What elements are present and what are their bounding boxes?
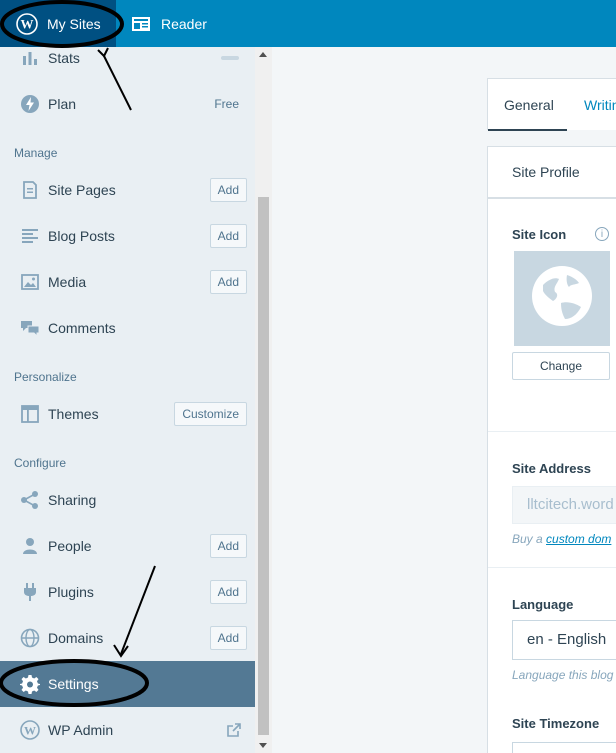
sidebar-item-stats[interactable]: Stats [0,35,255,81]
sidebar-item-label: Blog Posts [48,228,115,244]
site-profile-title: Site Profile [512,164,580,180]
plugin-icon [20,582,40,602]
add-media-button[interactable]: Add [209,270,247,294]
sidebar-scrollbar[interactable] [255,47,272,753]
info-icon[interactable]: i [595,227,609,241]
section-heading-personalize: Personalize [14,370,77,384]
svg-text:W: W [21,16,34,31]
sidebar-item-people[interactable]: People Add [0,523,255,569]
sidebar-item-domains[interactable]: Domains Add [0,615,255,661]
scrollbar-thumb[interactable] [258,197,269,735]
add-domain-button[interactable]: Add [209,626,247,650]
sidebar-item-settings[interactable]: Settings [0,661,255,707]
site-icon-label: Site Icon [512,227,567,242]
sidebar-item-blog-posts[interactable]: Blog Posts Add [0,213,255,259]
sidebar-item-plugins[interactable]: Plugins Add [0,569,255,615]
sidebar-item-label: Stats [48,50,80,66]
wordpress-icon: W [16,12,38,35]
stats-sparkline [221,56,239,60]
add-post-button[interactable]: Add [209,224,247,248]
scroll-down-arrow-icon[interactable] [259,743,267,748]
sidebar-item-site-pages[interactable]: Site Pages Add [0,167,255,213]
site-address-field[interactable]: lltcitech.word [512,486,616,524]
my-sites-label: My Sites [47,15,101,32]
language-hint: Language this blog [512,668,614,682]
change-site-icon-button[interactable]: Change [512,352,610,380]
sidebar-item-plan[interactable]: Plan Free [0,81,255,127]
buy-domain-prefix: Buy a [512,532,547,546]
sidebar-item-label: Domains [48,630,104,646]
sidebar-item-label: Comments [48,320,116,336]
site-address-label: Site Address [512,461,591,476]
globe-icon [20,628,40,648]
sidebar-item-label: WP Admin [48,722,114,738]
custom-domain-link[interactable]: custom dom [546,532,611,546]
sidebar-item-label: Settings [48,676,99,692]
sidebar-item-wp-admin[interactable]: W WP Admin [0,707,255,753]
buy-domain-hint: Buy a custom dom [512,532,611,546]
page-icon [20,180,40,200]
site-timezone-label: Site Timezone [512,716,600,731]
external-link-icon [227,723,241,737]
comments-icon [20,318,40,338]
sidebar-item-label: People [48,538,92,554]
people-icon [20,536,40,556]
site-profile-header: Site Profile [487,146,616,198]
sidebar-item-media[interactable]: Media Add [0,259,255,305]
language-select[interactable]: en - English [512,620,616,660]
wordpress-icon: W [20,720,40,740]
plan-badge: Free [214,97,239,111]
svg-text:W: W [24,724,36,738]
share-icon [20,490,40,510]
section-divider [488,431,616,432]
sidebar-item-label: Plan [48,96,77,112]
sidebar-item-label: Site Pages [48,182,116,198]
language-value: en - English [527,631,607,648]
scroll-up-arrow-icon[interactable] [259,52,267,57]
reader-icon [130,13,152,35]
sidebar-item-label: Themes [48,406,99,422]
media-icon [20,272,40,292]
site-icon-preview [514,251,610,346]
globe-icon [531,265,593,332]
sidebar-item-comments[interactable]: Comments [0,305,255,351]
add-people-button[interactable]: Add [209,534,247,558]
add-plugin-button[interactable]: Add [209,580,247,604]
active-tab-indicator [488,129,567,131]
section-divider [488,567,616,568]
sidebar-item-label: Sharing [48,492,97,508]
reader-label: Reader [161,15,207,32]
timezone-select[interactable] [512,742,616,753]
customize-button[interactable]: Customize [174,402,247,426]
sidebar-item-sharing[interactable]: Sharing [0,477,255,523]
plan-icon [20,94,40,114]
section-heading-configure: Configure [14,456,67,470]
sidebar-item-label: Plugins [48,584,94,600]
stats-icon [20,48,40,68]
settings-tabs: General Writin [487,78,616,131]
themes-icon [20,404,40,424]
sidebar-item-themes[interactable]: Themes Customize [0,391,255,437]
tab-general[interactable]: General [504,79,567,131]
sidebar: Stats Plan Free Manage Site Pages Add Bl… [0,47,272,753]
main-content: General Writin Site Profile Site Icon i … [272,47,616,753]
posts-icon [20,226,40,246]
add-page-button[interactable]: Add [209,178,247,202]
site-address-value: lltcitech.word [527,496,614,513]
tab-writing[interactable]: Writin [584,79,616,131]
site-profile-card: Site Icon i Change Site Address lltcitec… [487,198,616,753]
gear-icon [20,674,40,694]
sidebar-item-label: Media [48,274,87,290]
section-heading-manage: Manage [14,146,58,160]
language-label: Language [512,597,574,612]
